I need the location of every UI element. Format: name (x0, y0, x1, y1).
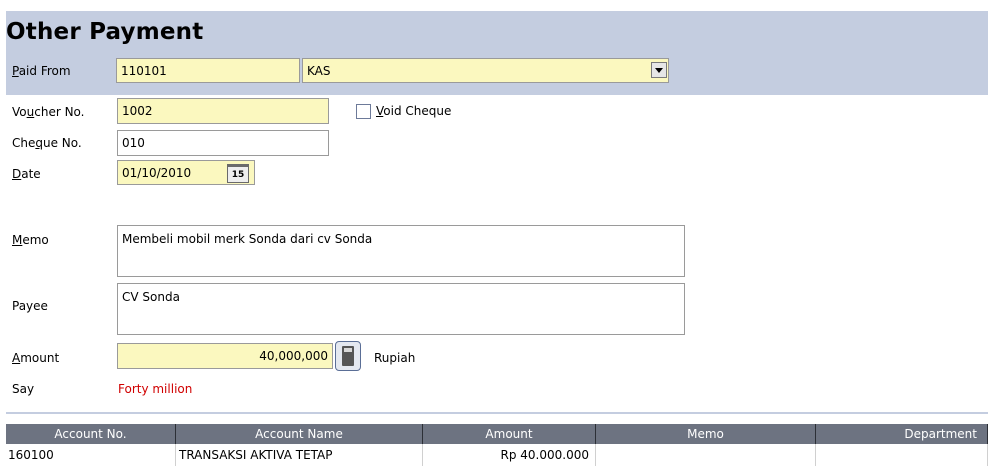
cell-account-no[interactable]: 160100 (6, 444, 176, 466)
payee-label: Payee (12, 299, 48, 313)
cell-department[interactable] (816, 444, 988, 466)
calculator-icon[interactable] (335, 341, 361, 371)
say-label: Say (12, 382, 35, 396)
column-header-account-no[interactable]: Account No. (6, 424, 176, 444)
date-label: Date (12, 167, 41, 181)
cheque-no-input[interactable]: 010 (117, 130, 329, 156)
payee-textarea[interactable]: CV Sonda (117, 283, 685, 335)
void-cheque-label[interactable]: Void Cheque (376, 103, 451, 119)
cell-amount[interactable]: Rp 40.000.000 (423, 444, 596, 466)
paid-from-account-name: KAS (307, 64, 331, 78)
dropdown-arrow-icon[interactable] (651, 62, 667, 78)
section-divider (6, 412, 988, 414)
amount-label: Amount (12, 351, 60, 365)
voucher-no-label: Voucher No. (12, 105, 85, 119)
column-header-amount[interactable]: Amount (423, 424, 596, 444)
memo-textarea[interactable]: Membeli mobil merk Sonda dari cv Sonda (117, 225, 685, 277)
cheque-no-label: Cheque No. (12, 136, 82, 150)
calendar-icon[interactable]: 15 (227, 164, 249, 183)
void-cheque-checkbox[interactable] (356, 104, 371, 119)
column-header-account-name[interactable]: Account Name (176, 424, 423, 444)
amount-input[interactable]: 40,000,000 (117, 343, 333, 369)
column-header-department[interactable]: Department (816, 424, 988, 444)
cell-memo[interactable] (596, 444, 816, 466)
cell-account-name[interactable]: TRANSAKSI AKTIVA TETAP (176, 444, 423, 466)
paid-from-label: Paid From (12, 64, 71, 78)
currency-label: Rupiah (374, 351, 416, 365)
voucher-no-input[interactable]: 1002 (117, 98, 329, 124)
say-amount-words: Forty million (118, 382, 193, 396)
page-title: Other Payment (6, 19, 204, 45)
column-header-memo[interactable]: Memo (596, 424, 816, 444)
memo-label: Memo (12, 233, 49, 247)
paid-from-account-code[interactable]: 110101 (116, 58, 300, 83)
paid-from-account-dropdown[interactable]: KAS (302, 58, 669, 83)
